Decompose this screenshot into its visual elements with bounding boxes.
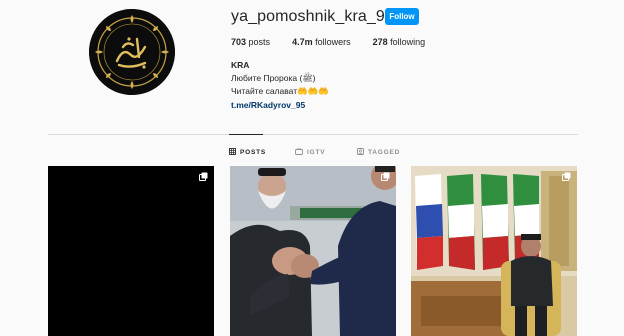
bio-name: KRA <box>231 60 250 70</box>
post-image-flags-office <box>411 166 577 336</box>
stat-following-label: following <box>390 37 426 47</box>
post-thumbnail[interactable] <box>48 166 214 336</box>
follow-button[interactable]: Follow <box>385 8 419 25</box>
active-tab-indicator <box>229 134 263 135</box>
bio-text-line: Читайте салават🤲🤲🤲 <box>231 86 329 96</box>
tabs-divider <box>48 134 578 135</box>
stat-followers-count: 4.7m <box>292 37 313 47</box>
post-image-handshake <box>230 166 396 336</box>
profile-avatar[interactable] <box>89 9 175 95</box>
stat-followers[interactable]: 4.7m followers <box>292 37 351 47</box>
igtv-icon <box>295 148 303 157</box>
stat-posts: 703 posts <box>231 37 270 47</box>
tab-posts[interactable]: POSTS <box>229 148 266 157</box>
grid-icon <box>229 148 236 157</box>
post-thumbnail[interactable] <box>411 166 577 336</box>
stat-following-count: 278 <box>372 37 388 47</box>
tab-tagged[interactable]: TAGGED <box>357 148 400 157</box>
stat-following[interactable]: 278 following <box>373 37 426 47</box>
stat-followers-label: followers <box>315 37 351 47</box>
profile-username: ya_pomoshnik_kra_95 <box>231 8 394 25</box>
profile-tabs: POSTS IGTV TAGGED <box>0 148 624 158</box>
tab-tagged-label: TAGGED <box>368 149 401 156</box>
bio-text-line: Любите Пророка (ﷺ) <box>231 73 316 83</box>
muhammad-calligraphy-emblem-icon <box>89 9 175 95</box>
multiple-posts-icon <box>562 172 571 181</box>
profile-stats: 703 posts 4.7m followers 278 following <box>231 37 447 47</box>
stat-posts-label: posts <box>248 37 271 47</box>
stat-posts-count: 703 <box>231 37 247 47</box>
post-thumbnail[interactable] <box>230 166 396 336</box>
tab-igtv-label: IGTV <box>307 149 326 156</box>
tab-igtv[interactable]: IGTV <box>295 148 325 157</box>
multiple-posts-icon <box>199 172 208 181</box>
multiple-posts-icon <box>381 172 390 181</box>
tab-posts-label: POSTS <box>240 149 267 156</box>
tag-icon <box>357 148 364 157</box>
bio-link[interactable]: t.me/RKadyrov_95 <box>231 100 305 110</box>
